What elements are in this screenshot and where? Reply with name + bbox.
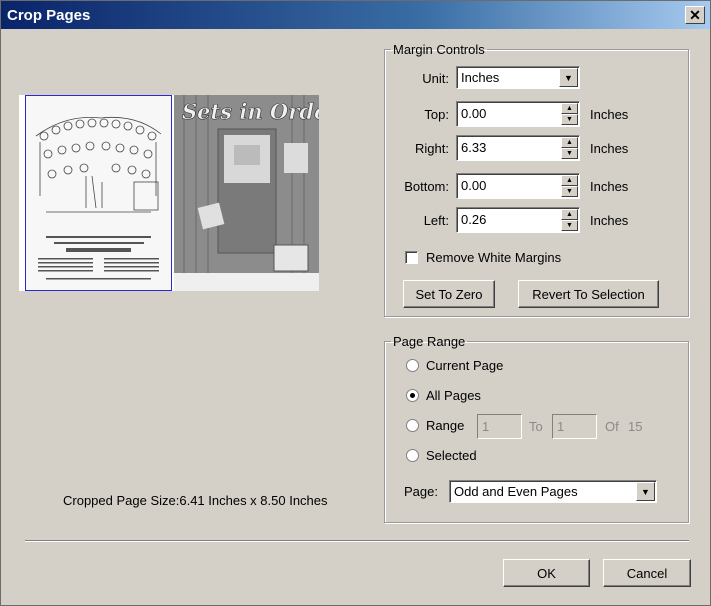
ok-button[interactable]: OK (503, 559, 590, 587)
all-pages-radio[interactable] (406, 389, 419, 402)
right-unit-label: Inches (590, 141, 629, 156)
bottom-label: Bottom: (404, 179, 449, 194)
page-subset-label: Page: (404, 484, 438, 499)
top-unit-label: Inches (590, 107, 629, 122)
cropped-page-size: Cropped Page Size:6.41 Inches x 8.50 Inc… (63, 493, 328, 508)
margin-controls-legend: Margin Controls (393, 42, 485, 57)
page-thumbnail-selected[interactable] (25, 95, 172, 291)
left-label: Left: (423, 213, 449, 228)
bottom-margin-value: 0.00 (461, 178, 487, 193)
selected-label: Selected (426, 448, 477, 463)
close-icon[interactable]: ✕ (685, 6, 705, 24)
decrement-icon[interactable]: ▼ (561, 114, 578, 125)
page1-illustration (26, 96, 171, 290)
increment-icon[interactable]: ▲ (561, 175, 578, 186)
bottom-margin-spinner[interactable]: 0.00 ▲ ▼ (456, 173, 580, 199)
top-margin-spinner[interactable]: 0.00 ▲ ▼ (456, 101, 580, 127)
all-pages-label: All Pages (426, 388, 481, 403)
range-to-input[interactable]: 1 (552, 414, 597, 439)
bottom-unit-label: Inches (590, 179, 629, 194)
increment-icon[interactable]: ▲ (561, 137, 578, 148)
decrement-icon[interactable]: ▼ (561, 148, 578, 159)
decrement-icon[interactable]: ▼ (561, 220, 578, 231)
range-to-label: To (529, 419, 543, 434)
dialog-title: Crop Pages (7, 7, 91, 24)
chevron-down-icon[interactable]: ▼ (559, 68, 578, 87)
title-bar[interactable]: Crop Pages ✕ (1, 1, 710, 29)
chevron-down-icon[interactable]: ▼ (636, 482, 655, 501)
page-preview: Sets in Order (19, 95, 341, 291)
range-total: 15 (628, 419, 643, 434)
unit-select-value: Inches (461, 70, 500, 85)
crop-pages-dialog: Crop Pages ✕ Sets in Ord Cropped Page Si… (0, 0, 711, 606)
unit-select[interactable]: Inches ▼ (456, 66, 580, 89)
page2-illustration: Sets in Order (174, 95, 341, 291)
top-label: Top: (424, 107, 449, 122)
top-margin-value: 0.00 (461, 106, 487, 121)
range-label: Range (426, 418, 465, 433)
page-thumbnail[interactable]: Sets in Order (174, 95, 341, 291)
range-radio[interactable] (406, 419, 419, 432)
set-to-zero-button[interactable]: Set To Zero (403, 280, 495, 308)
svg-text:Sets in Order: Sets in Order (182, 99, 319, 124)
range-to-value: 1 (557, 419, 565, 434)
remove-white-margins-checkbox[interactable] (405, 251, 418, 264)
increment-icon[interactable]: ▲ (561, 103, 578, 114)
left-margin-value: 0.26 (461, 212, 487, 227)
right-margin-spinner[interactable]: 6.33 ▲ ▼ (456, 135, 580, 161)
increment-icon[interactable]: ▲ (561, 209, 578, 220)
page-subset-value: Odd and Even Pages (454, 484, 578, 499)
right-label: Right: (415, 141, 449, 156)
left-unit-label: Inches (590, 213, 629, 228)
revert-to-selection-button[interactable]: Revert To Selection (518, 280, 659, 308)
current-page-radio[interactable] (406, 359, 419, 372)
current-page-label: Current Page (426, 358, 504, 373)
selected-radio[interactable] (406, 449, 419, 462)
page-subset-select[interactable]: Odd and Even Pages ▼ (449, 480, 657, 503)
left-margin-spinner[interactable]: 0.26 ▲ ▼ (456, 207, 580, 233)
remove-white-margins-label: Remove White Margins (426, 250, 562, 265)
right-margin-value: 6.33 (461, 140, 487, 155)
range-from-input[interactable]: 1 (477, 414, 522, 439)
footer-divider (25, 540, 689, 542)
cancel-button[interactable]: Cancel (603, 559, 691, 587)
range-of-label: Of (605, 419, 619, 434)
decrement-icon[interactable]: ▼ (561, 186, 578, 197)
page-range-legend: Page Range (393, 334, 466, 349)
unit-label: Unit: (422, 71, 449, 86)
range-from-value: 1 (482, 419, 490, 434)
